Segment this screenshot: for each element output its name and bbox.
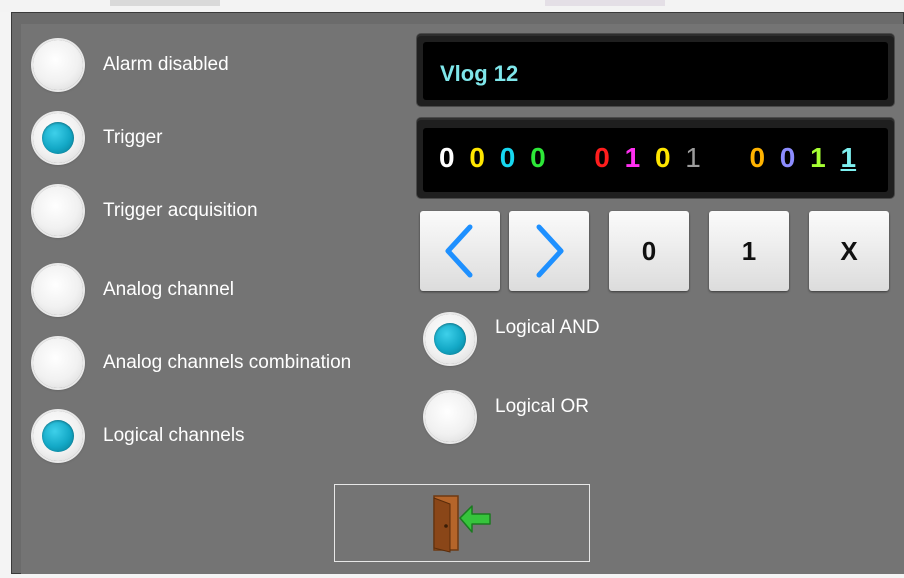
option-alarm-disabled[interactable]: Alarm disabled	[33, 40, 229, 90]
option-trigger-acquisition[interactable]: Trigger acquisition	[33, 186, 258, 236]
radio-button-checked[interactable]	[33, 411, 83, 461]
option-trigger[interactable]: Trigger	[33, 113, 162, 163]
bit-digit[interactable]: 0	[655, 142, 671, 174]
option-analog-channel[interactable]: Analog channel	[33, 265, 234, 315]
chevron-right-icon	[536, 224, 564, 278]
background-fragment	[545, 0, 665, 6]
channel-name-panel: Vlog 12	[417, 34, 894, 106]
option-label: Trigger	[103, 127, 163, 148]
bit-digit[interactable]: 1	[810, 142, 826, 174]
bit-digit[interactable]: 0	[530, 142, 546, 174]
set-one-button[interactable]: 1	[709, 211, 789, 291]
option-label: Logical channels	[103, 425, 245, 446]
bit-pattern-panel: 0 0 0 0 0 1 0 1 0 0 1 1	[417, 118, 894, 198]
background-fragment	[110, 0, 220, 6]
exit-button[interactable]	[334, 484, 590, 562]
radio-button-checked[interactable]	[425, 314, 475, 364]
radio-button[interactable]	[33, 186, 83, 236]
bit-pattern-display: 0 0 0 0 0 1 0 1 0 0 1 1	[423, 128, 888, 192]
radio-button[interactable]	[425, 392, 475, 442]
bit-digit[interactable]: 0	[439, 142, 455, 174]
option-label: Analog channel	[103, 279, 234, 300]
channel-name: Vlog 12	[440, 61, 519, 86]
set-zero-button[interactable]: 0	[609, 211, 689, 291]
next-bit-button[interactable]	[509, 211, 589, 291]
bit-digit-selected[interactable]: 1	[841, 142, 857, 174]
background-window	[0, 0, 904, 12]
bit-digit[interactable]: 0	[780, 142, 796, 174]
option-logical-or[interactable]: Logical OR	[425, 392, 589, 442]
option-label: Logical OR	[495, 396, 589, 417]
set-dont-care-button[interactable]: X	[809, 211, 889, 291]
radio-button[interactable]	[33, 265, 83, 315]
bit-digit[interactable]: 0	[500, 142, 516, 174]
option-logical-and[interactable]: Logical AND	[425, 314, 600, 364]
option-label: Alarm disabled	[103, 54, 229, 75]
bit-digit[interactable]: 1	[685, 142, 701, 174]
option-analog-channels-combination[interactable]: Analog channels combination	[33, 338, 351, 388]
previous-bit-button[interactable]	[420, 211, 500, 291]
channel-name-display: Vlog 12	[423, 42, 888, 100]
option-label: Trigger acquisition	[103, 200, 258, 221]
radio-button[interactable]	[33, 338, 83, 388]
bit-digit[interactable]: 0	[749, 142, 765, 174]
chevron-left-icon	[445, 224, 473, 278]
bit-digit[interactable]: 0	[469, 142, 485, 174]
radio-button[interactable]	[33, 40, 83, 90]
option-label: Logical AND	[495, 317, 600, 338]
radio-button-checked[interactable]	[33, 113, 83, 163]
option-logical-channels[interactable]: Logical channels	[33, 411, 245, 461]
bit-digit[interactable]: 0	[594, 142, 610, 174]
exit-door-icon	[433, 495, 491, 553]
bit-pattern: 0 0 0 0 0 1 0 1 0 0 1 1	[439, 142, 863, 174]
bit-digit[interactable]: 1	[625, 142, 641, 174]
option-label: Analog channels combination	[103, 352, 352, 373]
